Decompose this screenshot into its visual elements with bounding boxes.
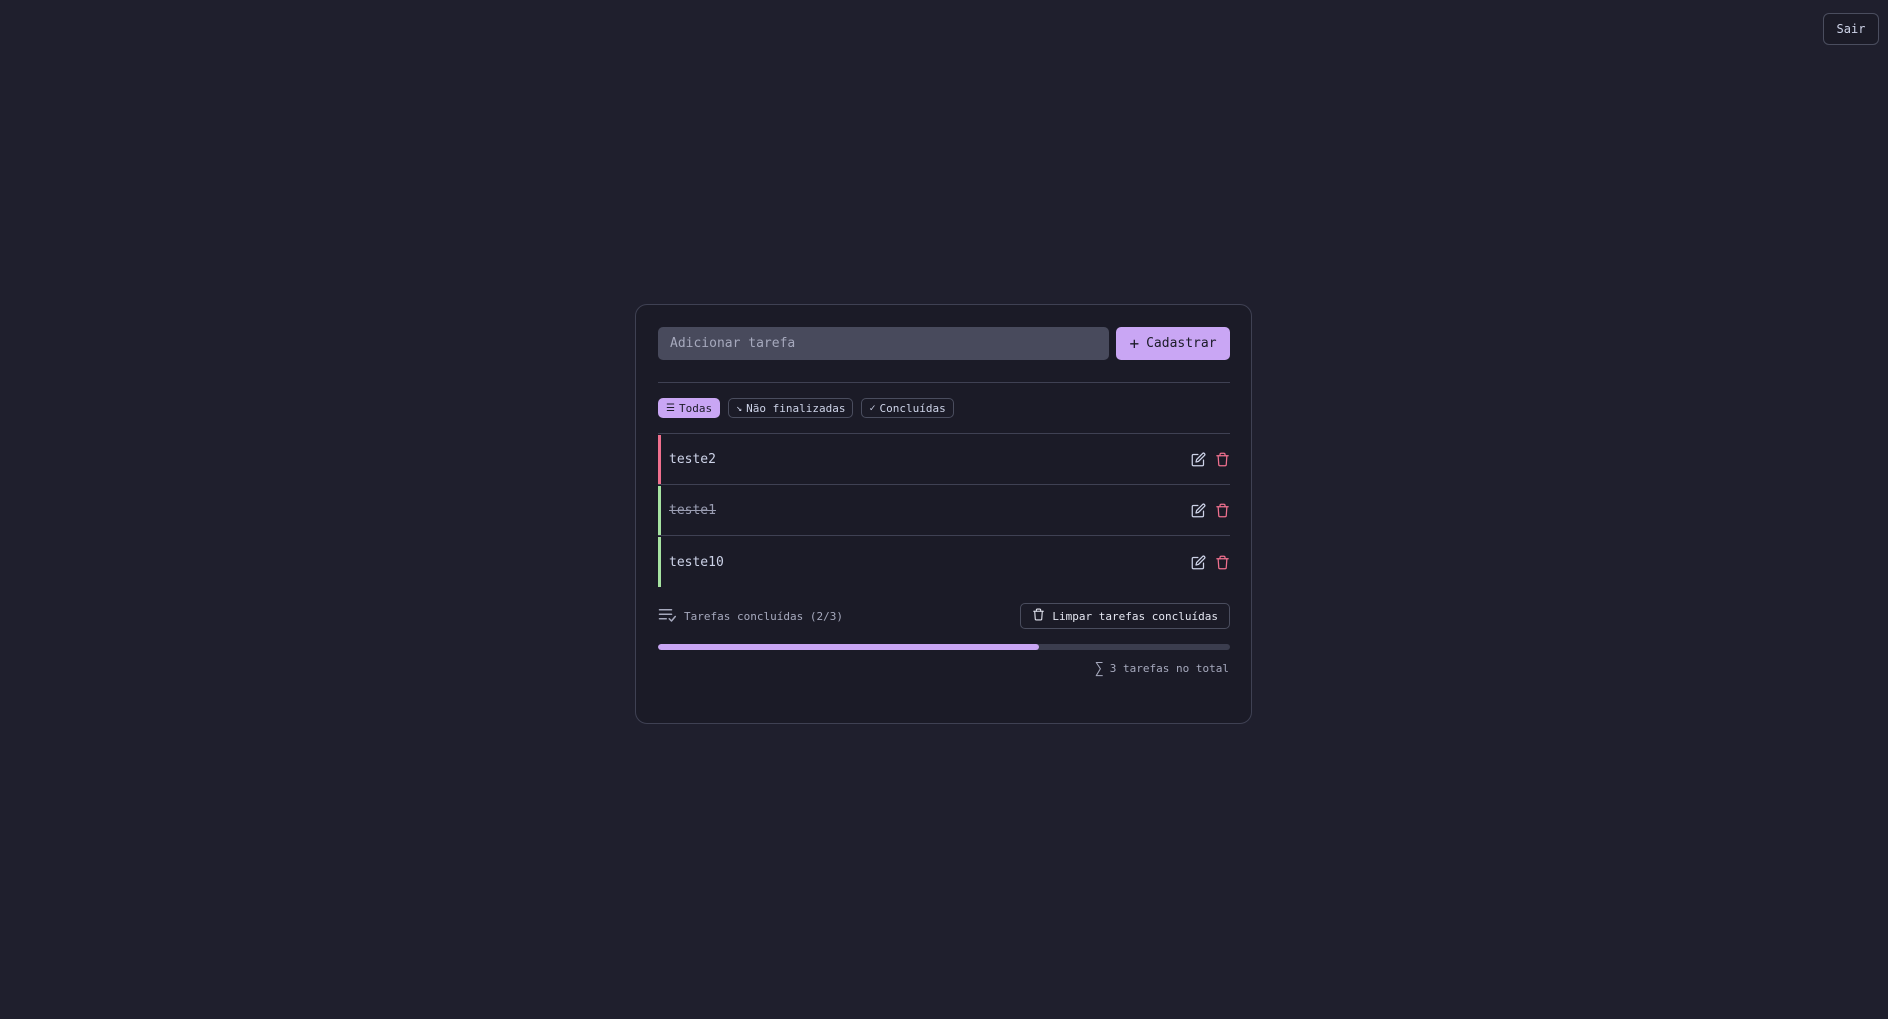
trash-icon[interactable] [1214, 452, 1230, 468]
task-name[interactable]: teste10 [669, 555, 724, 570]
edit-icon[interactable] [1190, 452, 1206, 468]
filter-all[interactable]: ☰ Todas [658, 398, 721, 418]
trash-icon[interactable] [1214, 503, 1230, 519]
list-check-icon [658, 607, 676, 626]
sigma-icon: ∑ [1094, 659, 1104, 677]
list-divider [658, 433, 1230, 434]
add-task-form: + Cadastrar [658, 327, 1230, 360]
divider [658, 382, 1230, 383]
task-footer: Tarefas concluídas (2/3) Limpar tarefas … [658, 603, 1230, 629]
edit-icon[interactable] [1190, 554, 1206, 570]
logout-button[interactable]: Sair [1823, 13, 1879, 45]
clear-completed-label: Limpar tarefas concluídas [1052, 609, 1218, 623]
task-row[interactable]: teste2 [658, 435, 1230, 485]
clear-completed-button[interactable]: Limpar tarefas concluídas [1020, 603, 1230, 629]
total-count-text: 3 tarefas no total [1109, 661, 1229, 675]
filter-completed[interactable]: ✓ Concluídas [861, 398, 954, 418]
progress-bar [658, 644, 1230, 650]
completed-count-text: Tarefas concluídas (2/3) [684, 609, 843, 623]
check-icon: ✓ [869, 402, 876, 414]
task-actions [1190, 554, 1230, 570]
task-status-bar [658, 435, 661, 484]
filter-unfinished-label: Não finalizadas [746, 401, 846, 415]
todo-card: + Cadastrar ☰ Todas ↘ Não finalizadas ✓ … [635, 304, 1252, 724]
arrow-down-right-icon: ↘ [736, 402, 743, 414]
completed-summary: Tarefas concluídas (2/3) [658, 603, 843, 629]
progress-fill [658, 644, 1040, 650]
add-task-input[interactable] [658, 327, 1109, 360]
add-task-button-label: Cadastrar [1146, 336, 1217, 351]
task-row[interactable]: teste1 [658, 486, 1230, 536]
task-name[interactable]: teste1 [669, 503, 716, 518]
add-task-button[interactable]: + Cadastrar [1116, 327, 1230, 360]
task-status-bar [658, 537, 661, 587]
task-name[interactable]: teste2 [669, 452, 716, 467]
task-row[interactable]: teste10 [658, 537, 1230, 587]
trash-icon [1032, 608, 1045, 624]
filter-unfinished[interactable]: ↘ Não finalizadas [728, 398, 854, 418]
total-count: ∑ 3 tarefas no total [1095, 659, 1229, 677]
list-icon: ☰ [666, 402, 675, 414]
filter-group: ☰ Todas ↘ Não finalizadas ✓ Concluídas [658, 398, 954, 418]
plus-icon: + [1129, 333, 1140, 353]
trash-icon[interactable] [1214, 554, 1230, 570]
filter-all-label: Todas [678, 401, 713, 415]
task-actions [1190, 503, 1230, 519]
task-status-bar [658, 486, 661, 535]
task-actions [1190, 452, 1230, 468]
filter-completed-label: Concluídas [879, 401, 946, 415]
edit-icon[interactable] [1190, 503, 1206, 519]
